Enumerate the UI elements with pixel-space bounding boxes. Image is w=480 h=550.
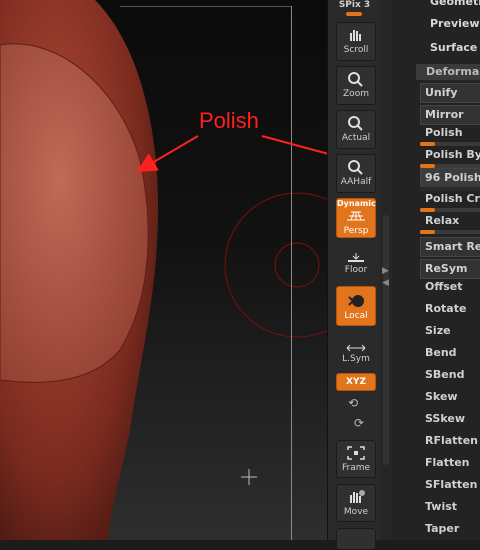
frame-border-right [291, 6, 292, 540]
deform-bend[interactable]: Bend [420, 346, 480, 359]
menu-surface[interactable]: Surface [430, 41, 477, 54]
grid-icon [345, 209, 367, 225]
polish-slider[interactable] [420, 142, 480, 146]
dynamic-label: Dynamic [337, 199, 376, 208]
floor-label: Floor [344, 265, 368, 275]
move-label: Move [343, 507, 369, 517]
deform-rflatten[interactable]: RFlatten [420, 434, 480, 447]
magnifier-icon [345, 159, 367, 175]
frame-icon [345, 445, 367, 461]
relax-label: Relax [425, 214, 460, 227]
polish-annotation-label: Polish [199, 108, 259, 133]
polish-by-label: Polish By [425, 148, 480, 161]
aahalf-button[interactable]: AAHalf [336, 154, 376, 193]
smart-resym-button[interactable]: Smart Re [420, 237, 480, 257]
rotate-y-icon[interactable]: ⟲ [348, 396, 358, 410]
spix-slider[interactable] [346, 12, 362, 16]
polish-crisp-label: Polish Cri [425, 192, 480, 205]
zoom-button[interactable]: Zoom [336, 66, 376, 105]
menu-preview[interactable]: Preview [430, 17, 480, 30]
next-button[interactable] [336, 528, 376, 550]
right-shelf: SPix 3 Scroll Zoom Actual AAHalf Dynamic… [327, 0, 382, 550]
hand-icon [345, 27, 367, 43]
local-button[interactable]: Local [336, 286, 376, 326]
model-render [0, 0, 327, 540]
resym-button[interactable]: ReSym [420, 259, 480, 279]
deform-flatten[interactable]: Flatten [420, 456, 480, 469]
floor-button[interactable]: Floor [336, 250, 376, 280]
frame-border-top [120, 6, 292, 7]
collapse-right-icon[interactable]: ▶ [382, 266, 389, 276]
frame-button[interactable]: Frame [336, 440, 376, 478]
deform-skew[interactable]: Skew [420, 390, 480, 403]
frame-label: Frame [341, 463, 371, 473]
persp-label: Persp [343, 226, 369, 236]
deform-rotate[interactable]: Rotate [420, 302, 480, 315]
symmetry-icon [345, 344, 367, 352]
deform-twist[interactable]: Twist [420, 500, 480, 513]
move-button[interactable]: Move [336, 484, 376, 522]
magnifier-icon [345, 71, 367, 87]
actual-label: Actual [341, 133, 371, 143]
local-sphere-icon [345, 293, 367, 309]
rotate-z-icon[interactable]: ⟳ [354, 416, 364, 430]
mirror-button[interactable]: Mirror [420, 105, 480, 125]
unify-button[interactable]: Unify [420, 83, 480, 103]
aahalf-label: AAHalf [340, 177, 372, 187]
deform-size[interactable]: Size [420, 324, 480, 337]
zoom-label: Zoom [343, 89, 369, 99]
lsym-label: L.Sym [342, 354, 370, 364]
deform-sflatten[interactable]: SFlatten [420, 478, 480, 491]
deform-offset[interactable]: Offset [420, 280, 480, 293]
polish-value-underline [420, 187, 480, 191]
deform-sskew[interactable]: SSkew [420, 412, 480, 425]
deform-taper[interactable]: Taper [420, 522, 480, 535]
deformation-header[interactable]: Deforma [416, 64, 480, 80]
magnifier-icon [345, 115, 367, 131]
scroll-label: Scroll [343, 45, 369, 55]
deform-sbend[interactable]: SBend [420, 368, 480, 381]
local-label: Local [344, 311, 368, 321]
move-hand-icon [345, 489, 367, 505]
scroll-button[interactable]: Scroll [336, 22, 376, 61]
viewport-canvas[interactable] [0, 0, 327, 540]
polish-crisp-slider[interactable] [420, 208, 480, 212]
xyz-button[interactable]: XYZ [336, 373, 376, 391]
lsym-button[interactable]: L.Sym [336, 342, 376, 368]
floor-icon [345, 253, 367, 263]
polish-label: Polish [425, 126, 463, 139]
xyz-label: XYZ [346, 377, 366, 387]
collapse-left-icon[interactable]: ◀ [382, 278, 389, 288]
scroll-thumb[interactable] [383, 215, 389, 465]
menu-geometry[interactable]: Geometr [430, 0, 480, 8]
spix-label: SPix 3 [338, 0, 371, 10]
persp-button[interactable]: Dynamic Persp [336, 198, 376, 238]
actual-button[interactable]: Actual [336, 110, 376, 149]
relax-slider[interactable] [420, 230, 480, 234]
polish-value-field[interactable]: 96 Polish [420, 168, 480, 188]
